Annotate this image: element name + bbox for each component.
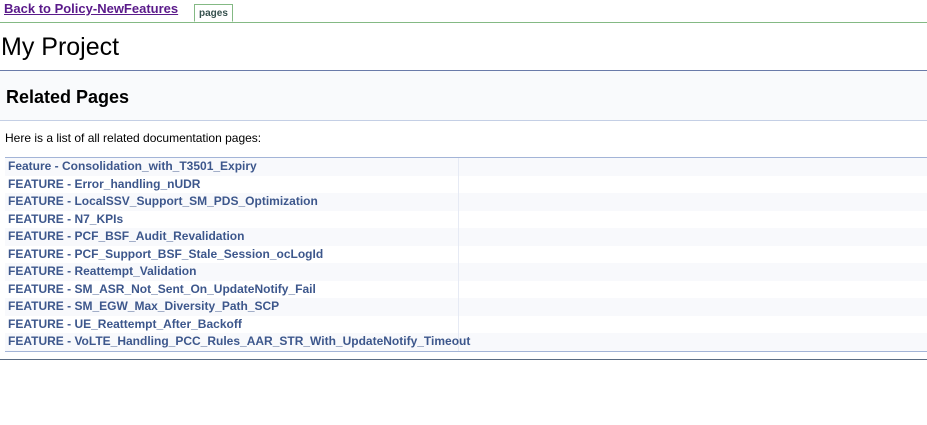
page-description [459,193,927,211]
intro-text: Here is a list of all related documentat… [5,131,262,145]
page-description [459,176,927,194]
page-link[interactable]: FEATURE - Error_handling_nUDR [5,175,459,193]
tab-pages[interactable]: pages [194,4,233,22]
top-navigation-bar: Back to Policy-NewFeatures pages [0,0,927,23]
page-description [459,333,927,351]
project-title: My Project [0,23,927,71]
table-row: FEATURE - PCF_Support_BSF_Stale_Session_… [5,245,927,264]
page-link[interactable]: FEATURE - UE_Reattempt_After_Backoff [5,315,459,333]
table-row: FEATURE - Reattempt_Validation [5,263,927,281]
page-description [459,281,927,299]
table-row: Feature - Consolidation_with_T3501_Expir… [5,158,927,176]
page-description [459,211,927,229]
table-row: FEATURE - N7_KPIs [5,210,927,229]
table-row: FEATURE - LocalSSV_Support_SM_PDS_Optimi… [5,193,927,211]
page-description [459,298,927,316]
page-link[interactable]: Feature - Consolidation_with_T3501_Expir… [5,158,459,176]
back-link[interactable]: Back to Policy-NewFeatures [4,1,178,16]
page-link[interactable]: FEATURE - VoLTE_Handling_PCC_Rules_AAR_S… [5,333,470,351]
page-description [459,246,927,264]
table-row: FEATURE - SM_EGW_Max_Diversity_Path_SCP [5,298,927,316]
page-link[interactable]: FEATURE - LocalSSV_Support_SM_PDS_Optimi… [5,193,459,211]
page-description [459,316,927,334]
page-link[interactable]: FEATURE - SM_ASR_Not_Sent_On_UpdateNotif… [5,280,459,298]
table-row: FEATURE - UE_Reattempt_After_Backoff [5,315,927,334]
table-row: FEATURE - Error_handling_nUDR [5,175,927,194]
table-row: FEATURE - VoLTE_Handling_PCC_Rules_AAR_S… [5,333,927,351]
page-header: Related Pages [0,71,927,121]
page-title: Related Pages [6,87,130,107]
table-row: FEATURE - PCF_BSF_Audit_Revalidation [5,228,927,246]
page-link[interactable]: FEATURE - PCF_Support_BSF_Stale_Session_… [5,245,459,263]
page-description [459,158,927,176]
table-row: FEATURE - SM_ASR_Not_Sent_On_UpdateNotif… [5,280,927,299]
page-link[interactable]: FEATURE - Reattempt_Validation [5,263,459,281]
related-pages-table: Feature - Consolidation_with_T3501_Expir… [5,157,927,352]
page-link[interactable]: FEATURE - PCF_BSF_Audit_Revalidation [5,228,459,246]
page-link[interactable]: FEATURE - N7_KPIs [5,210,459,228]
page-description [459,263,927,281]
page-link[interactable]: FEATURE - SM_EGW_Max_Diversity_Path_SCP [5,298,459,316]
footer-divider [0,359,927,360]
page-description [459,228,927,246]
